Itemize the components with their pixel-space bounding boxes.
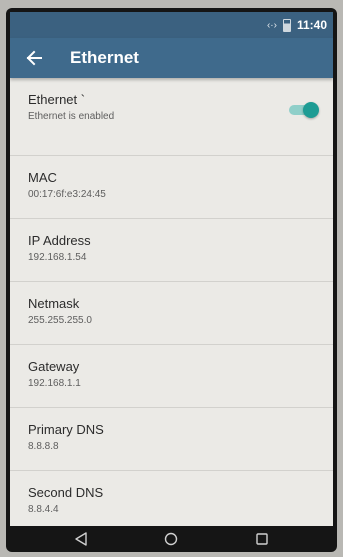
toggle-thumb (303, 102, 319, 118)
list-item-ip-address[interactable]: IP Address 192.168.1.54 (10, 219, 333, 282)
page-title: Ethernet (70, 48, 139, 67)
status-time: 11:40 (296, 18, 327, 32)
arrow-left-icon[interactable] (22, 46, 46, 70)
list-item-mac[interactable]: MAC 00:17:6f:e3:24:45 (10, 156, 333, 219)
square-recents-icon[interactable] (252, 529, 272, 549)
item-value: 192.168.1.54 (28, 252, 87, 263)
toolbar: Ethernet (10, 38, 333, 78)
item-summary: Ethernet is enabled (28, 111, 115, 122)
navigation-bar (6, 526, 337, 552)
item-value: 00:17:6f:e3:24:45 (28, 189, 106, 200)
item-title: Gateway (28, 359, 80, 374)
ethernet-toggle[interactable] (289, 102, 319, 118)
item-title: Second DNS (28, 485, 104, 500)
item-value: 192.168.1.1 (28, 378, 81, 389)
settings-list: Ethernet ` Ethernet is enabled MAC 00:17… (10, 78, 333, 526)
item-title: Ethernet ` (28, 92, 86, 107)
item-value: 8.8.4.4 (28, 504, 59, 515)
item-title: Netmask (28, 296, 80, 311)
status-bar: ‹·› 11:40 (10, 12, 333, 38)
battery-icon (282, 18, 291, 32)
item-value: 255.255.255.0 (28, 315, 92, 326)
device-frame: ‹·› 11:40 Ethernet Ethernet ` Ethernet i… (6, 8, 337, 552)
triangle-back-icon[interactable] (71, 529, 91, 549)
list-item-netmask[interactable]: Netmask 255.255.255.0 (10, 282, 333, 345)
ethernet-toggle-row[interactable]: Ethernet ` Ethernet is enabled (10, 78, 333, 156)
item-value: 8.8.8.8 (28, 441, 59, 452)
item-title: IP Address (28, 233, 91, 248)
list-item-gateway[interactable]: Gateway 192.168.1.1 (10, 345, 333, 408)
item-title: MAC (28, 170, 57, 185)
item-title: Primary DNS (28, 422, 104, 437)
circle-home-icon[interactable] (161, 529, 181, 549)
data-sync-icon: ‹·› (266, 19, 277, 31)
screen: ‹·› 11:40 Ethernet Ethernet ` Ethernet i… (10, 12, 333, 526)
list-item-second-dns[interactable]: Second DNS 8.8.4.4 (10, 471, 333, 526)
list-item-primary-dns[interactable]: Primary DNS 8.8.8.8 (10, 408, 333, 471)
